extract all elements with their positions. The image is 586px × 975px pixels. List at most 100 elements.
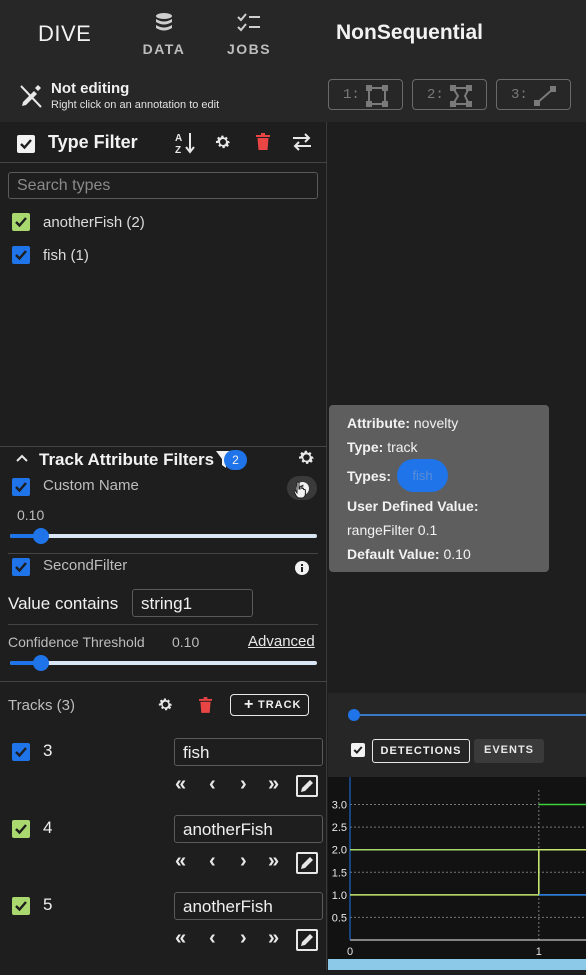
polygon-icon [450, 85, 472, 107]
tooltip-user-value: rangeFilter 0.1 [347, 522, 438, 538]
rectangle-mode-button[interactable]: 1: [328, 79, 403, 110]
last-frame-button[interactable]: » [268, 773, 279, 796]
info-icon[interactable] [295, 561, 309, 575]
advanced-link[interactable]: Advanced [248, 633, 315, 650]
confidence-slider-track[interactable] [10, 661, 317, 665]
tooltip-attribute-row: Attribute: novelty [347, 415, 459, 431]
add-track-label: TRACK [258, 699, 302, 711]
swap-arrows-icon[interactable] [291, 133, 313, 151]
pencil-icon [301, 780, 313, 792]
edit-status-subtitle: Right click on an annotation to edit [51, 99, 220, 111]
y-tick-label: 1.5 [332, 867, 347, 879]
track-type-text: anotherFish [183, 820, 273, 839]
value-contains-input[interactable]: string1 [132, 589, 253, 617]
previous-frame-button[interactable]: ‹ [209, 927, 216, 950]
tooltip-user-value-label: User Defined Value: [347, 498, 479, 514]
edit-status-title: Not editing [51, 80, 130, 97]
data-nav-label: DATA [142, 41, 186, 57]
app-brand[interactable]: DIVE [38, 21, 91, 47]
timeline-toggle-checkbox[interactable] [351, 743, 365, 757]
line-icon [534, 86, 556, 106]
events-tab[interactable]: EVENTS [474, 739, 544, 763]
track-type-input[interactable]: anotherFish [174, 892, 323, 920]
track-checkbox[interactable] [12, 820, 30, 838]
rectangle-icon [366, 85, 388, 107]
tooltip-type-row: Type: track [347, 439, 418, 455]
polygon-mode-key: 2: [427, 87, 444, 103]
custom-name-slider-thumb[interactable] [32, 528, 49, 544]
edit-track-button[interactable] [296, 852, 318, 874]
first-frame-button[interactable]: « [175, 850, 186, 873]
custom-name-filter-checkbox[interactable] [12, 478, 30, 496]
track-type-input[interactable]: anotherFish [174, 815, 323, 843]
polygon-mode-button[interactable]: 2: [412, 79, 487, 110]
delete-types-trash-icon[interactable] [256, 133, 270, 150]
edit-track-button[interactable] [296, 775, 318, 797]
track-type-text: fish [183, 743, 210, 762]
attribute-filters-settings-gear-icon[interactable] [297, 448, 316, 467]
tooltip-types-label: Types: [347, 468, 392, 484]
tracks-settings-gear-icon[interactable] [157, 696, 174, 713]
frame-slider-thumb[interactable] [348, 709, 360, 721]
track-type-text: anotherFish [183, 897, 273, 916]
y-tick-label: 2.5 [332, 822, 347, 834]
sort-alpha-icon[interactable]: A Z [174, 131, 196, 155]
pencil-icon [301, 934, 313, 946]
plus-icon: + [244, 696, 255, 713]
search-types-input[interactable]: Search types [8, 172, 318, 199]
type-checkbox-fish[interactable] [12, 246, 30, 264]
first-frame-button[interactable]: « [175, 773, 186, 796]
y-tick-label: 0.5 [332, 912, 347, 924]
dataset-name: NonSequential [336, 21, 484, 44]
confidence-threshold-label: Confidence Threshold [8, 634, 145, 650]
detection-chart-svg: 3.0 2.5 2.0 1.5 1.0 0.5 0 1 [328, 777, 586, 970]
previous-frame-button[interactable]: ‹ [209, 850, 216, 873]
divider [8, 553, 318, 554]
data-nav-button[interactable]: DATA [129, 8, 199, 62]
timeline-range-bar [328, 959, 586, 970]
previous-frame-button[interactable]: ‹ [209, 773, 216, 796]
track-checkbox[interactable] [12, 743, 30, 761]
jobs-nav-label: JOBS [226, 41, 272, 57]
line-mode-button[interactable]: 3: [496, 79, 571, 110]
last-frame-button[interactable]: » [268, 927, 279, 950]
tracks-count-header: Tracks (3) [8, 697, 75, 714]
first-frame-button[interactable]: « [175, 927, 186, 950]
track-type-input[interactable]: fish [174, 738, 323, 766]
divider [0, 681, 327, 682]
divider [0, 162, 327, 163]
edit-track-button[interactable] [296, 929, 318, 951]
delete-tracks-trash-icon[interactable] [199, 697, 212, 713]
next-frame-button[interactable]: › [240, 773, 247, 796]
svg-text:Z: Z [175, 145, 181, 155]
custom-name-slider-track[interactable] [10, 534, 317, 538]
type-checkbox-anotherfish[interactable] [12, 213, 30, 231]
rectangle-mode-key: 1: [343, 87, 360, 103]
second-filter-checkbox[interactable] [12, 558, 30, 576]
detections-tab[interactable]: DETECTIONS [372, 739, 470, 763]
divider [0, 446, 327, 447]
type-settings-gear-icon[interactable] [214, 133, 232, 151]
last-frame-button[interactable]: » [268, 850, 279, 873]
jobs-nav-button[interactable]: JOBS [214, 8, 284, 62]
timeline-panel [328, 693, 586, 777]
confidence-threshold-value: 0.10 [172, 634, 200, 650]
next-frame-button[interactable]: › [240, 850, 247, 873]
chevron-up-icon[interactable] [15, 452, 29, 464]
x-tick-label: 1 [536, 946, 542, 958]
database-icon [156, 13, 172, 31]
custom-name-filter-value: 0.10 [17, 507, 45, 523]
custom-name-filter-label: Custom Name [43, 477, 139, 494]
confidence-slider-thumb[interactable] [32, 655, 49, 671]
track-attribute-filters-title: Track Attribute Filters [39, 450, 215, 469]
next-frame-button[interactable]: › [240, 927, 247, 950]
type-filter-select-all-checkbox[interactable] [17, 135, 35, 153]
info-hover-button[interactable] [287, 476, 317, 500]
add-track-button[interactable]: + TRACK [230, 694, 309, 716]
track-id: 3 [43, 741, 53, 760]
detection-chart: 3.0 2.5 2.0 1.5 1.0 0.5 0 1 [328, 777, 586, 970]
divider [8, 624, 318, 625]
track-checkbox[interactable] [12, 897, 30, 915]
second-filter-label: SecondFilter [43, 557, 128, 574]
frame-slider-track[interactable] [355, 714, 586, 716]
